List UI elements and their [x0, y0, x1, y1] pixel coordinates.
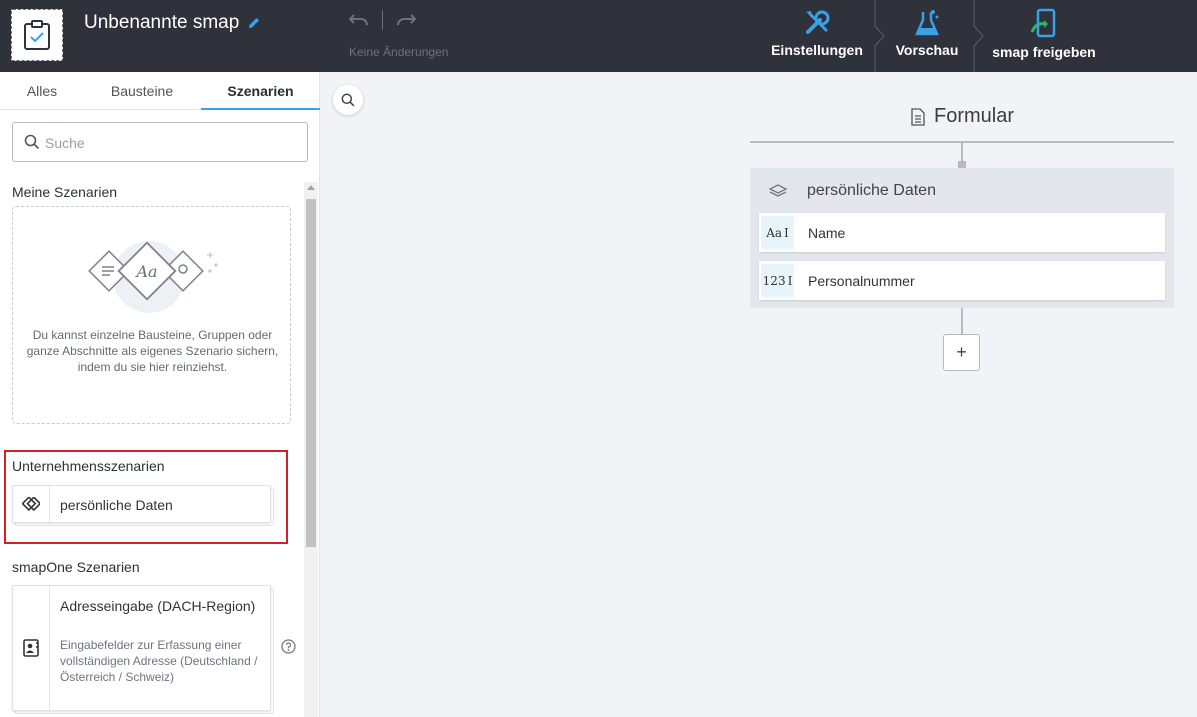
tools-icon: [806, 10, 830, 34]
sidebar-scrollbar[interactable]: [304, 182, 318, 717]
top-bar: Unbenannte smap Keine Änderungen Einstel…: [0, 0, 1197, 72]
undo-separator: [382, 10, 383, 30]
layers-icon: [768, 184, 788, 197]
undo-redo-group: [348, 10, 417, 30]
smapone-scenarios-heading: smapOne Szenarien: [12, 559, 140, 575]
breadcrumb-separator: [874, 0, 885, 72]
connector-line: [961, 308, 963, 334]
scenario-card-title: Adresseingabe (DACH-Region): [60, 598, 256, 614]
phone-share-icon: [1030, 8, 1056, 38]
scroll-up-arrow-icon[interactable]: [307, 185, 315, 190]
sidebar: Alles Bausteine Szenarien Meine Szenarie…: [0, 72, 320, 717]
tab-all[interactable]: Alles: [0, 72, 84, 110]
share-smap-button[interactable]: smap freigeben: [987, 0, 1101, 72]
preview-label: Vorschau: [895, 42, 959, 58]
contact-card-icon: [13, 586, 50, 710]
field-personnel-number[interactable]: 123 I Personalnummer: [759, 261, 1165, 300]
undo-icon[interactable]: [348, 10, 370, 30]
save-status: Keine Änderungen: [349, 45, 449, 59]
add-element-button[interactable]: +: [943, 334, 980, 371]
tab-scenarios[interactable]: Szenarien: [201, 72, 320, 110]
form-document-icon: [911, 107, 925, 126]
breadcrumb-separator: [973, 0, 984, 72]
share-smap-label: smap freigeben: [992, 44, 1096, 60]
form-title: Formular: [933, 105, 1014, 127]
document-title-text: Unbenannte smap: [84, 12, 240, 33]
scrollbar-thumb[interactable]: [306, 199, 316, 547]
field-name[interactable]: Aa I Name: [759, 213, 1165, 252]
flask-icon: [915, 10, 939, 36]
text-field-icon: Aa I: [761, 216, 794, 249]
scenario-card-personal-data[interactable]: persönliche Daten: [12, 485, 271, 523]
scenario-card-address[interactable]: Adresseingabe (DACH-Region) Eingabefelde…: [12, 585, 271, 711]
field-label: Name: [808, 225, 846, 241]
canvas-search-button[interactable]: [333, 85, 363, 115]
field-label: Personalnummer: [808, 273, 915, 289]
text-field-icon-glyph: Aa: [766, 225, 783, 240]
number-field-icon: 123 I: [761, 264, 794, 297]
pencil-icon[interactable]: [247, 16, 261, 30]
svg-text:Aa: Aa: [134, 262, 157, 281]
company-scenarios-heading: Unternehmensszenarien: [12, 458, 165, 474]
connector-line: [961, 143, 963, 163]
building-blocks-illustration-icon: Aa: [88, 241, 218, 313]
group-personal-data[interactable]: persönliche Daten Aa I Name 123 I Personal…: [750, 168, 1174, 308]
help-icon[interactable]: [281, 639, 296, 654]
group-title: persönliche Daten: [807, 182, 936, 199]
scenario-link-icon: [13, 486, 50, 522]
settings-button[interactable]: Einstellungen: [770, 0, 864, 72]
search-icon: [24, 134, 40, 150]
my-scenarios-heading: Meine Szenarien: [12, 184, 118, 200]
my-scenarios-dropzone[interactable]: Aa Du kannst einzelne Bausteine, Gruppen…: [12, 206, 291, 424]
scenario-card-description: Eingabefelder zur Erfassung einer vollst…: [60, 638, 258, 684]
tab-building-blocks[interactable]: Bausteine: [84, 72, 200, 110]
redo-icon[interactable]: [395, 10, 417, 30]
clipboard-logo-icon[interactable]: [11, 9, 63, 61]
sidebar-tabs: Alles Bausteine Szenarien: [0, 72, 320, 110]
form-header: Formular: [750, 100, 1174, 143]
preview-button[interactable]: Vorschau: [888, 0, 966, 72]
settings-label: Einstellungen: [771, 42, 863, 58]
search-input[interactable]: [45, 132, 295, 154]
search-box: [12, 122, 308, 162]
search-icon: [341, 93, 355, 107]
my-scenarios-empty-text: Du kannst einzelne Bausteine, Gruppen od…: [26, 328, 279, 374]
document-title[interactable]: Unbenannte smap: [84, 12, 261, 34]
scenario-card-title: persönliche Daten: [60, 497, 173, 513]
number-field-icon-glyph: 123: [762, 273, 786, 288]
